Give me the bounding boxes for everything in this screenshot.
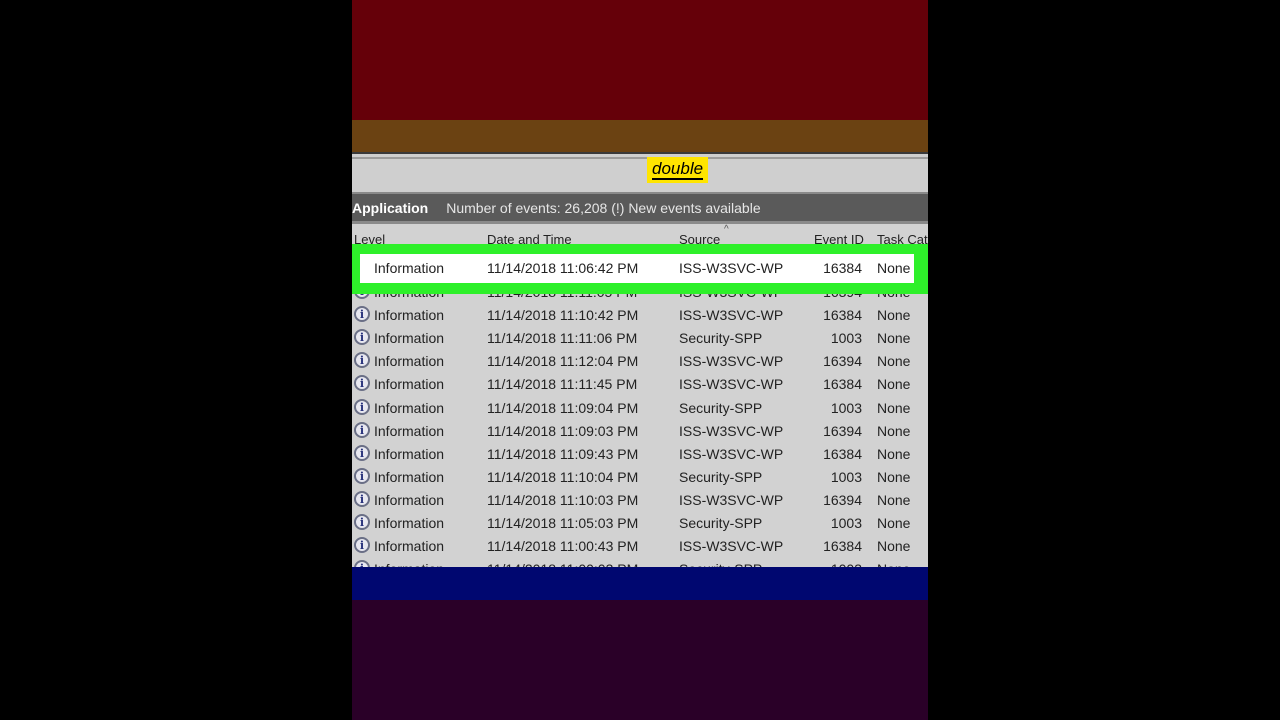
table-row[interactable]: i Information 11/14/2018 11:09:03 PM ISS-W3… xyxy=(352,420,928,443)
info-icon: i xyxy=(354,306,370,323)
date-time: 11/14/2018 11:10:03 PM xyxy=(487,491,639,508)
brown-color-band xyxy=(352,120,928,152)
highlighted-row-box: Information 11/14/2018 11:06:42 PM ISS-W… xyxy=(352,244,928,294)
source: ISS-W3SVC-WP xyxy=(679,422,784,439)
level: Information xyxy=(374,468,445,485)
task-category: None xyxy=(877,399,911,416)
event-id: 1003 xyxy=(830,399,862,416)
info-icon: i xyxy=(354,444,370,461)
log-name: Application xyxy=(352,199,429,216)
info-icon: i xyxy=(354,352,370,369)
info-icon: i xyxy=(354,329,370,346)
date-time: 11/14/2018 11:00:43 PM xyxy=(487,538,639,555)
level: Information xyxy=(374,422,445,439)
event-id: 1003 xyxy=(830,330,862,347)
level: Information xyxy=(374,353,445,370)
source: ISS-W3SVC-WP xyxy=(679,445,784,462)
event-id: 1003 xyxy=(830,515,862,531)
source: Security-SPP xyxy=(679,468,763,485)
event-count: Number of events: 26,208 (!) New events … xyxy=(446,199,761,216)
task-category: None xyxy=(877,515,911,531)
date-time: 11/14/2018 11:12:04 PM xyxy=(487,353,639,370)
table-row[interactable]: i Information 11/14/2018 11:10:42 PM ISS-W3… xyxy=(352,304,928,327)
task-category: None xyxy=(877,307,911,324)
date-time: 11/14/2018 11:11:06 PM xyxy=(487,330,638,347)
date-time: 11/14/2018 11:05:03 PM xyxy=(487,515,639,531)
table-row[interactable]: i Information 11/14/2018 11:12:04 PM ISS-W3… xyxy=(352,350,928,373)
info-icon: i xyxy=(354,537,370,554)
source: ISS-W3SVC-WP xyxy=(679,260,784,276)
source: ISS-W3SVC-WP xyxy=(679,491,784,508)
source: Security-SPP xyxy=(679,399,763,416)
sort-arrow-icon: ^ xyxy=(724,224,729,235)
date-time: 11/14/2018 11:09:03 PM xyxy=(487,422,639,439)
level: Information xyxy=(374,515,445,531)
level: Information xyxy=(374,307,445,324)
info-icon: i xyxy=(354,421,370,438)
source: ISS-W3SVC-WP xyxy=(679,353,784,370)
table-row[interactable]: iInformation11/14/2018 11:00:03 PMSecuri… xyxy=(352,558,928,567)
event-id: 16394 xyxy=(823,353,862,370)
table-row[interactable]: i Information 11/14/2018 11:10:04 PM Securi… xyxy=(352,466,928,489)
info-icon: i xyxy=(354,375,370,392)
event-id: 16394 xyxy=(823,491,862,508)
source: ISS-W3SVC-WP xyxy=(679,376,784,393)
level: Information xyxy=(374,445,445,462)
event-id: 16384 xyxy=(823,307,862,324)
date-time: 11/14/2018 11:06:42 PM xyxy=(487,260,639,276)
info-icon: i xyxy=(354,467,370,484)
task-category: None xyxy=(877,260,911,276)
level: Information xyxy=(374,260,445,276)
purple-color-band xyxy=(352,600,928,720)
date-time: 11/14/2018 11:09:43 PM xyxy=(487,445,639,462)
event-id: 16384 xyxy=(823,260,862,276)
date-time: 11/14/2018 11:11:45 PM xyxy=(487,376,638,393)
table-row[interactable]: i Information 11/14/2018 11:09:04 PM Securi… xyxy=(352,397,928,420)
info-icon: i xyxy=(354,560,370,567)
info-icon: i xyxy=(354,514,370,530)
table-row[interactable]: i Information 11/14/2018 11:10:03 PM ISS-W3… xyxy=(352,489,928,512)
date-time: 11/14/2018 11:10:42 PM xyxy=(487,307,639,324)
event-id: 16384 xyxy=(823,376,862,393)
event-id: 16384 xyxy=(823,538,862,555)
event-id: 16384 xyxy=(823,445,862,462)
info-icon: i xyxy=(354,490,370,507)
blue-color-band xyxy=(352,567,928,600)
table-row[interactable]: i Information 11/14/2018 11:11:06 PM Securi… xyxy=(352,327,928,350)
task-category: None xyxy=(877,468,911,485)
level: Information xyxy=(374,399,445,416)
task-category: None xyxy=(877,538,911,555)
source: Security-SPP xyxy=(679,515,763,531)
selected-event-row[interactable]: Information 11/14/2018 11:06:42 PM ISS-W… xyxy=(360,254,914,283)
date-time: 11/14/2018 11:10:04 PM xyxy=(487,468,639,485)
top-color-band xyxy=(352,0,928,120)
source: Security-SPP xyxy=(679,330,763,347)
task-category: None xyxy=(877,445,911,462)
level: Information xyxy=(374,538,445,555)
table-row[interactable]: i Information 11/14/2018 11:05:03 PM Securi… xyxy=(352,512,928,535)
level: Information xyxy=(374,330,445,347)
caption-label: double xyxy=(647,157,709,183)
table-row[interactable]: i Information 11/14/2018 11:11:45 PM ISS-W3… xyxy=(352,373,928,396)
level: Information xyxy=(374,491,445,508)
task-category: None xyxy=(877,353,911,370)
level: Information xyxy=(374,376,445,393)
video-frame: double Application Number of events: 26,… xyxy=(352,0,928,720)
source: ISS-W3SVC-WP xyxy=(679,538,784,555)
task-category: None xyxy=(877,330,911,347)
toolbar: double xyxy=(352,152,928,192)
event-id: 1003 xyxy=(830,468,862,485)
table-row[interactable]: i Information 11/14/2018 11:00:43 PM ISS-W3… xyxy=(352,535,928,558)
date-time: 11/14/2018 11:09:04 PM xyxy=(487,399,639,416)
source: ISS-W3SVC-WP xyxy=(679,307,784,324)
table-row[interactable]: i Information 11/14/2018 11:09:43 PM ISS-W3… xyxy=(352,443,928,466)
info-icon: i xyxy=(354,398,370,415)
task-category: None xyxy=(877,491,911,508)
log-header-bar: Application Number of events: 26,208 (!)… xyxy=(352,192,928,224)
task-category: None xyxy=(877,376,911,393)
event-id: 16394 xyxy=(823,422,862,439)
toolbar-divider xyxy=(352,157,928,159)
task-category: None xyxy=(877,422,911,439)
